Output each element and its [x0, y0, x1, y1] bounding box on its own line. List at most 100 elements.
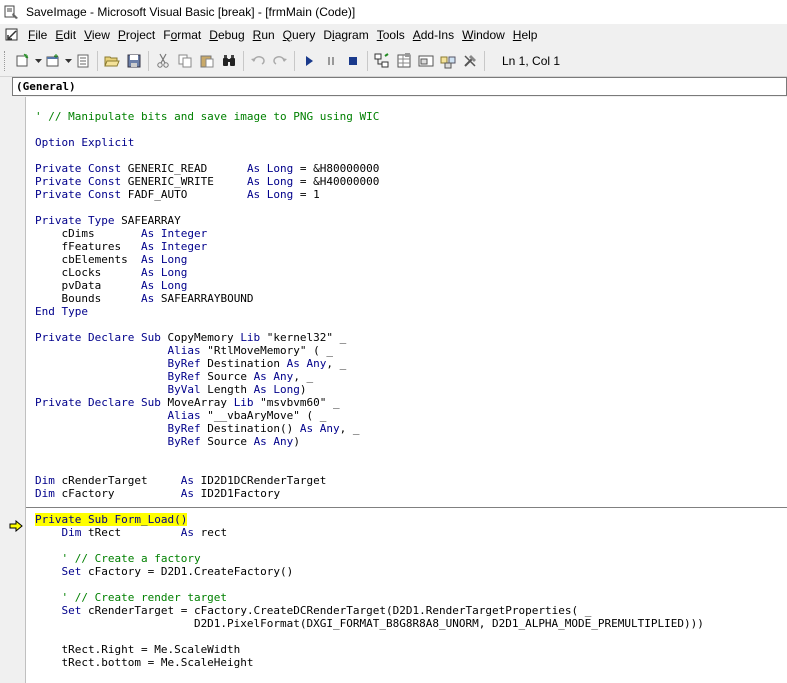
code-line[interactable]: tRect.bottom = Me.ScaleHeight [35, 656, 787, 669]
code-line[interactable]: D2D1.PixelFormat(DXGI_FORMAT_B8G8R8A8_UN… [35, 617, 787, 630]
code-line[interactable]: Dim cRenderTarget As ID2D1DCRenderTarget [35, 474, 787, 487]
menu-add-ins[interactable]: Add-Ins [409, 28, 458, 42]
menu-window[interactable]: Window [458, 28, 509, 42]
end-icon[interactable] [342, 50, 364, 72]
code-line[interactable]: Set cFactory = D2D1.CreateFactory() [35, 565, 787, 578]
code-line[interactable]: Private Sub Form_Load() [35, 513, 787, 526]
code-line[interactable]: Private Const FADF_AUTO As Long = 1 [35, 188, 787, 201]
code-line[interactable] [35, 461, 787, 474]
code-token: As Long [253, 383, 300, 396]
code-line[interactable] [35, 500, 787, 513]
code-line[interactable]: Private Const GENERIC_WRITE As Long = &H… [35, 175, 787, 188]
code-line[interactable]: cLocks As Long [35, 266, 787, 279]
code-line[interactable]: Private Declare Sub MoveArray Lib "msvbv… [35, 396, 787, 409]
code-line[interactable]: ' // Create a factory [35, 552, 787, 565]
standard-toolbar: Ln 1, Col 1 [0, 46, 787, 77]
paste-icon[interactable] [196, 50, 218, 72]
find-icon[interactable] [218, 50, 240, 72]
code-line[interactable]: ' // Create render target [35, 591, 787, 604]
code-line[interactable]: Option Explicit [35, 136, 787, 149]
code-token: Source [200, 435, 254, 448]
code-line[interactable]: End Type [35, 305, 787, 318]
code-line[interactable] [35, 578, 787, 591]
copy-icon[interactable] [174, 50, 196, 72]
cut-icon[interactable] [152, 50, 174, 72]
undo-icon[interactable] [247, 50, 269, 72]
menu-run[interactable]: Run [249, 28, 279, 42]
toolbox-icon[interactable] [459, 50, 481, 72]
form-layout-icon[interactable] [415, 50, 437, 72]
code-token: tRect.Right = Me.ScaleWidth [35, 643, 241, 656]
code-line[interactable]: Alias "RtlMoveMemory" ( _ [35, 344, 787, 357]
code-line[interactable] [35, 149, 787, 162]
redo-icon[interactable] [269, 50, 291, 72]
code-line[interactable]: ByVal Length As Long) [35, 383, 787, 396]
code-token: = 1 [293, 188, 320, 201]
code-line[interactable] [35, 97, 787, 110]
code-line[interactable]: Alias "__vbaAryMove" ( _ [35, 409, 787, 422]
menu-query[interactable]: Query [279, 28, 320, 42]
code-line[interactable]: cDims As Integer [35, 227, 787, 240]
code-token: End Type [35, 305, 88, 318]
add-form-icon[interactable] [42, 50, 64, 72]
code-token: tRect [81, 526, 181, 539]
code-line[interactable] [35, 630, 787, 643]
object-combo-box[interactable]: (General) [12, 77, 787, 96]
code-token: ByVal [167, 383, 201, 396]
code-token: As Long [140, 253, 188, 266]
code-token: , _ [339, 422, 360, 435]
code-line[interactable]: Dim tRect As rect [35, 526, 787, 539]
code-editor[interactable]: ' // Manipulate bits and save image to P… [0, 97, 787, 683]
object-browser-icon[interactable] [437, 50, 459, 72]
menu-file[interactable]: File [24, 28, 51, 42]
properties-icon[interactable] [393, 50, 415, 72]
menu-project[interactable]: Project [114, 28, 159, 42]
add-project-icon[interactable] [12, 50, 34, 72]
code-line[interactable]: Dim cFactory As ID2D1Factory [35, 487, 787, 500]
margin-indicator-bar[interactable] [0, 97, 26, 683]
code-line[interactable] [35, 123, 787, 136]
code-line[interactable]: Private Const GENERIC_READ As Long = &H8… [35, 162, 787, 175]
code-text[interactable]: ' // Manipulate bits and save image to P… [35, 97, 787, 669]
menu-view[interactable]: View [80, 28, 114, 42]
open-icon[interactable] [101, 50, 123, 72]
save-icon[interactable] [123, 50, 145, 72]
code-line[interactable] [35, 539, 787, 552]
add-project-dropdown-icon[interactable] [34, 50, 42, 72]
project-explorer-icon[interactable] [371, 50, 393, 72]
code-line[interactable]: pvData As Long [35, 279, 787, 292]
start-icon[interactable] [298, 50, 320, 72]
toolbar-grip[interactable] [4, 51, 8, 71]
menu-editor-icon[interactable] [72, 50, 94, 72]
code-line[interactable]: ' // Manipulate bits and save image to P… [35, 110, 787, 123]
code-line[interactable]: tRect.Right = Me.ScaleWidth [35, 643, 787, 656]
menu-tools[interactable]: Tools [373, 28, 409, 42]
code-line[interactable]: Bounds As SAFEARRAYBOUND [35, 292, 787, 305]
code-line[interactable] [35, 318, 787, 331]
code-token: ByRef [167, 422, 201, 435]
add-form-dropdown-icon[interactable] [64, 50, 72, 72]
code-line[interactable] [35, 201, 787, 214]
menu-edit[interactable]: Edit [51, 28, 80, 42]
code-line[interactable]: ByRef Source As Any, _ [35, 370, 787, 383]
code-line[interactable] [35, 448, 787, 461]
code-line[interactable]: Private Type SAFEARRAY [35, 214, 787, 227]
code-line[interactable]: Private Declare Sub CopyMemory Lib "kern… [35, 331, 787, 344]
menu-debug[interactable]: Debug [205, 28, 248, 42]
vb-app-icon[interactable] [4, 4, 20, 20]
code-line[interactable]: Set cRenderTarget = cFactory.CreateDCRen… [35, 604, 787, 617]
menu-format[interactable]: Format [159, 28, 205, 42]
code-line[interactable]: cbElements As Long [35, 253, 787, 266]
break-icon[interactable] [320, 50, 342, 72]
menu-diagram[interactable]: Diagram [319, 28, 372, 42]
title-bar: SaveImage - Microsoft Visual Basic [brea… [0, 0, 787, 24]
code-line[interactable]: ByRef Source As Any) [35, 435, 787, 448]
code-window-icon[interactable] [4, 27, 20, 43]
code-line[interactable]: ByRef Destination As Any, _ [35, 357, 787, 370]
code-token: Option Explicit [35, 136, 135, 149]
menu-help[interactable]: Help [509, 28, 542, 42]
code-line[interactable]: fFeatures As Integer [35, 240, 787, 253]
code-line[interactable]: ByRef Destination() As Any, _ [35, 422, 787, 435]
